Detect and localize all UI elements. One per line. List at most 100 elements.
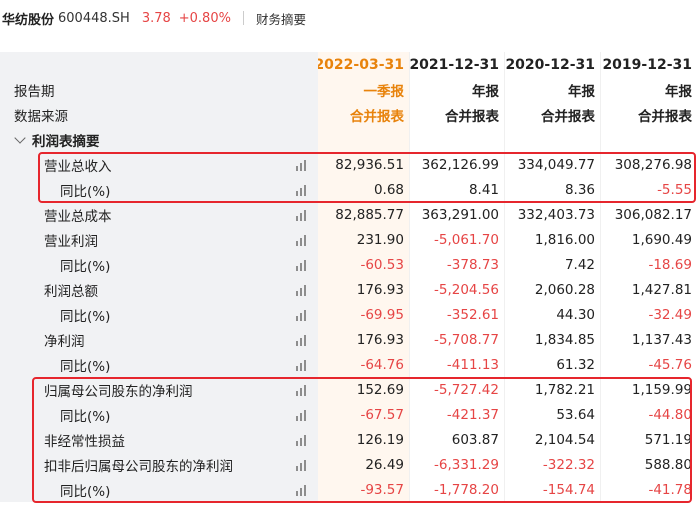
row-label: 同比(%) <box>60 183 111 200</box>
header-divider <box>242 11 244 25</box>
stock-change: +0.80% <box>178 10 231 26</box>
value-cell: 7.42 <box>505 252 601 277</box>
value-cell: -5,061.70 <box>410 227 505 252</box>
bar-chart-icon[interactable] <box>296 209 308 221</box>
value-cell: -45.76 <box>648 356 692 373</box>
financial-summary-table: 2022-03-31 2021-12-31 2020-12-31 2019-12… <box>0 52 700 502</box>
value-cell: 2,060.28 <box>505 277 601 302</box>
bar-chart-icon[interactable] <box>296 409 308 421</box>
bar-chart-icon[interactable] <box>296 184 308 196</box>
value-cell: 152.69 <box>318 377 410 402</box>
table-row: 营业利润 231.90 -5,061.70 1,816.00 1,690.49 <box>0 227 700 252</box>
table-row: 同比(%) -64.76 -411.13 61.32 -45.76 <box>0 352 700 377</box>
value-cell: -64.76 <box>318 352 410 377</box>
row-label: 营业利润 <box>44 233 98 250</box>
column-date-1[interactable]: 2021-12-31 <box>409 52 505 77</box>
bar-chart-icon[interactable] <box>296 359 308 371</box>
data-source-label: 数据来源 <box>14 108 68 125</box>
bar-chart-icon[interactable] <box>296 384 308 396</box>
tab-financial-summary[interactable]: 财务摘要 <box>256 9 306 28</box>
value-cell: 1,690.49 <box>631 231 692 248</box>
chevron-down-icon[interactable] <box>14 131 26 144</box>
value-cell: 1,782.21 <box>505 377 601 402</box>
table-row: 非经常性损益 126.19 603.87 2,104.54 571.19 <box>0 427 700 452</box>
column-date-0[interactable]: 2022-03-31 <box>314 52 410 77</box>
bar-chart-icon[interactable] <box>296 459 308 471</box>
value-cell: -154.74 <box>505 477 601 502</box>
value-cell: -18.69 <box>648 256 692 273</box>
value-cell: 82,936.51 <box>318 152 410 177</box>
value-cell: -322.32 <box>505 452 601 477</box>
value-cell: -67.57 <box>318 402 410 427</box>
value-cell: 603.87 <box>410 427 505 452</box>
value-cell: -5,727.42 <box>410 377 505 402</box>
value-cell: -5,204.56 <box>410 277 505 302</box>
bar-chart-icon[interactable] <box>296 234 308 246</box>
column-period-3: 年报 <box>665 83 692 100</box>
bar-chart-icon[interactable] <box>296 159 308 171</box>
table-row: 同比(%) -67.57 -421.37 53.64 -44.80 <box>0 402 700 427</box>
value-cell: -378.73 <box>410 252 505 277</box>
value-cell: 2,104.54 <box>505 427 601 452</box>
value-cell: 1,137.43 <box>631 331 692 348</box>
report-period-label: 报告期 <box>14 83 55 100</box>
table-row: 同比(%) -60.53 -378.73 7.42 -18.69 <box>0 252 700 277</box>
bar-chart-icon[interactable] <box>296 259 308 271</box>
value-cell: 176.93 <box>318 327 410 352</box>
row-label: 扣非后归属母公司股东的净利润 <box>44 458 233 475</box>
row-label: 非经常性损益 <box>44 433 125 450</box>
table-row: 同比(%) -69.95 -352.61 44.30 -32.49 <box>0 302 700 327</box>
value-cell: -421.37 <box>410 402 505 427</box>
value-cell: 1,834.85 <box>505 327 601 352</box>
section-income-summary[interactable]: 利润表摘要 <box>0 127 700 152</box>
value-cell: 0.68 <box>318 177 410 202</box>
row-label: 营业总收入 <box>44 158 112 175</box>
value-cell: -352.61 <box>410 302 505 327</box>
section-title: 利润表摘要 <box>32 133 100 150</box>
value-cell: -5,708.77 <box>410 327 505 352</box>
row-label: 净利润 <box>44 333 85 350</box>
bar-chart-icon[interactable] <box>296 334 308 346</box>
value-cell: 1,159.99 <box>631 381 692 398</box>
value-cell: -44.80 <box>648 406 692 423</box>
row-label: 同比(%) <box>60 483 111 500</box>
value-cell: 176.93 <box>318 277 410 302</box>
value-cell: -69.95 <box>318 302 410 327</box>
table-row: 归属母公司股东的净利润 152.69 -5,727.42 1,782.21 1,159.… <box>0 377 700 402</box>
source-header-row: 数据来源 合并报表 合并报表 合并报表 合并报表 <box>0 102 700 127</box>
value-cell: 8.36 <box>505 177 601 202</box>
bar-chart-icon[interactable] <box>296 434 308 446</box>
value-cell: -6,331.29 <box>410 452 505 477</box>
row-label: 同比(%) <box>60 358 111 375</box>
column-source-3: 合并报表 <box>638 108 692 125</box>
column-source-2: 合并报表 <box>505 102 601 127</box>
table-row: 扣非后归属母公司股东的净利润 26.49 -6,331.29 -322.32 588.8… <box>0 452 700 477</box>
table-row: 同比(%) -93.57 -1,778.20 -154.74 -41.78 <box>0 477 700 502</box>
value-cell: 8.41 <box>410 177 505 202</box>
row-label: 同比(%) <box>60 258 111 275</box>
bar-chart-icon[interactable] <box>296 309 308 321</box>
column-date-3[interactable]: 2019-12-31 <box>601 52 700 77</box>
column-date-2[interactable]: 2020-12-31 <box>505 52 601 77</box>
period-header-row: 报告期 一季报 年报 年报 年报 <box>0 77 700 102</box>
bar-chart-icon[interactable] <box>296 484 308 496</box>
bar-chart-icon[interactable] <box>296 284 308 296</box>
value-cell: 126.19 <box>318 427 410 452</box>
row-label: 营业总成本 <box>44 208 112 225</box>
value-cell: 1,427.81 <box>631 281 692 298</box>
stock-name: 华纺股份 <box>2 12 55 28</box>
table-row: 营业总成本 82,885.77 363,291.00 332,403.73 306,08… <box>0 202 700 227</box>
date-header-row: 2022-03-31 2021-12-31 2020-12-31 2019-12… <box>0 52 700 77</box>
value-cell: -5.55 <box>657 181 692 198</box>
value-cell: 308,276.98 <box>614 156 692 173</box>
table-row: 营业总收入 82,936.51 362,126.99 334,049.77 308,27… <box>0 152 700 177</box>
value-cell: 571.19 <box>644 431 692 448</box>
column-source-0: 合并报表 <box>318 102 410 127</box>
value-cell: 53.64 <box>505 402 601 427</box>
table-row: 同比(%) 0.68 8.41 8.36 -5.55 <box>0 177 700 202</box>
value-cell: -41.78 <box>648 481 692 498</box>
stock-header: 华纺股份 600448.SH 3.78 +0.80% 财务摘要 <box>0 0 700 36</box>
value-cell: 61.32 <box>505 352 601 377</box>
value-cell: 363,291.00 <box>410 202 505 227</box>
column-period-2: 年报 <box>505 77 601 102</box>
